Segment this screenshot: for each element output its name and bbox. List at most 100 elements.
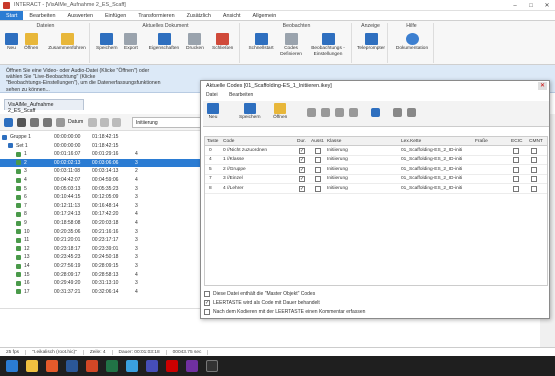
observation-settings-button[interactable]: Beobachtungs -Einstellungen	[306, 33, 350, 57]
table-row[interactable]: 3 00:03:11:08 00:03:14:13 2	[0, 167, 205, 176]
exclusive-checkbox[interactable]	[315, 185, 321, 192]
code-row[interactable]: 5 2 //Gruppe ✓ Initiierung 01_Scaffolding-ES…	[205, 165, 547, 175]
duration-checkbox[interactable]: ✓	[299, 157, 305, 163]
documentation-button[interactable]: Dokumentation	[393, 33, 431, 52]
table-row[interactable]: 2 00:02:02:13 00:03:06:06 3	[0, 158, 205, 168]
start-icon[interactable]	[6, 360, 18, 372]
ecic-checkbox[interactable]	[513, 176, 519, 182]
acrobat-icon[interactable]	[166, 360, 178, 372]
export-button[interactable]: Export	[124, 33, 138, 52]
sort-icon[interactable]	[56, 118, 65, 127]
delete-icon[interactable]	[349, 108, 358, 117]
teleprompter-button[interactable]: Teleprompter	[356, 33, 386, 52]
duration-checkbox[interactable]: ✓	[299, 147, 305, 154]
search-icon[interactable]	[30, 118, 39, 127]
interact-taskbar-icon[interactable]	[206, 360, 218, 372]
option-checkbox[interactable]: ✓	[204, 299, 210, 306]
table-row[interactable]: 16 00:29:49:20 00:31:13:10 3	[0, 279, 205, 288]
columns-icon[interactable]	[371, 108, 380, 117]
table-row[interactable]: 15 00:28:09:17 00:28:58:13 4	[0, 271, 205, 280]
option-checkbox[interactable]	[204, 290, 210, 297]
first-icon[interactable]	[88, 118, 97, 127]
duration-checkbox[interactable]: ✓	[299, 176, 305, 182]
exclusive-checkbox[interactable]	[315, 147, 321, 154]
tab-zusaetzlich[interactable]: Zusätzlich	[181, 11, 217, 20]
properties-button[interactable]: Eigenschaften	[146, 33, 182, 52]
option-row[interactable]: Nach dem Kodieren mit der LEERTASTE eine…	[204, 307, 548, 316]
table-row[interactable]: 7 00:12:11:13 00:16:48:14 3	[0, 202, 205, 211]
code-row[interactable]: 8 4 //Lehrer ✓ Initiierung 01_Scaffolding-ES…	[205, 184, 547, 194]
cut-icon[interactable]	[307, 108, 316, 117]
table-row[interactable]: Gruppe 1 00:00:00:00 01:18:42:15	[0, 133, 205, 142]
table-row[interactable]: 14 00:27:56:19 00:28:09:15 3	[0, 262, 205, 271]
table-row[interactable]: 11 00:21:20:01 00:23:17:17 3	[0, 236, 205, 245]
copy-icon[interactable]	[321, 108, 330, 117]
exclusive-checkbox[interactable]	[315, 176, 321, 182]
print-button[interactable]: Drucken	[186, 33, 204, 52]
import-icon[interactable]	[393, 108, 402, 117]
table-row[interactable]: 6 00:10:44:15 00:12:05:09 3	[0, 193, 205, 202]
table-row[interactable]: Set 1 00:00:00:00 01:18:42:15	[0, 142, 205, 151]
teams-icon[interactable]	[146, 360, 158, 372]
ecic-checkbox[interactable]	[513, 157, 519, 163]
zoom-icon[interactable]	[43, 118, 52, 127]
table-row[interactable]: 10 00:20:35:06 00:21:16:16 3	[0, 228, 205, 237]
define-codes-button[interactable]: Codes Definieren	[278, 33, 304, 57]
code-row[interactable]: 4 1 //Klasse ✓ Initiierung 01_Scaffolding-ES…	[205, 156, 547, 165]
duration-checkbox[interactable]: ✓	[299, 185, 305, 192]
next-icon[interactable]	[112, 118, 121, 127]
ecic-checkbox[interactable]	[513, 166, 519, 173]
cmnt-checkbox[interactable]	[531, 176, 537, 182]
document-tab[interactable]: VisAlMe_Aufnahme 2_ES_Scaff	[4, 99, 84, 114]
dialog-close-icon[interactable]: ✕	[538, 82, 547, 90]
prev-icon[interactable]	[100, 118, 109, 127]
quickstart-button[interactable]: Schnellstart	[246, 33, 276, 52]
outlook-icon[interactable]	[126, 360, 138, 372]
save-button[interactable]: Speichern	[96, 33, 118, 52]
ecic-checkbox[interactable]	[513, 147, 519, 154]
table-row[interactable]: 9 00:18:58:08 00:20:03:18 4	[0, 219, 205, 228]
table-row[interactable]: 13 00:23:45:23 00:24:50:18 3	[0, 253, 205, 262]
browser-icon[interactable]	[46, 360, 58, 372]
export-icon[interactable]	[407, 108, 416, 117]
cmnt-checkbox[interactable]	[531, 147, 537, 154]
sort-label[interactable]: Datum	[68, 119, 83, 125]
word-icon[interactable]	[66, 360, 78, 372]
tree-icon[interactable]	[4, 118, 13, 127]
explorer-icon[interactable]	[26, 360, 38, 372]
tab-ansicht[interactable]: Ansicht	[217, 11, 247, 20]
close-icon[interactable]: ✕	[539, 0, 555, 11]
option-row[interactable]: Diese Datei enthält die "Master Objekt" …	[204, 289, 548, 298]
option-checkbox[interactable]	[204, 308, 210, 315]
new-button[interactable]: Neu	[5, 33, 18, 52]
option-row[interactable]: ✓ LEERTASTE wird als Code mit Dauer behan…	[204, 298, 548, 307]
tab-start[interactable]: Start	[0, 11, 24, 20]
menu-bearbeiten[interactable]: Bearbeiten	[224, 92, 258, 98]
code-row[interactable]: 7 3 //Einzel ✓ Initiierung 01_Scaffolding-ES…	[205, 175, 547, 184]
open-button[interactable]: Öffnen	[24, 33, 38, 52]
search-input[interactable]: Initiierung	[132, 117, 202, 128]
close-document-button[interactable]: Schließen	[212, 33, 233, 52]
filter-icon[interactable]	[17, 118, 26, 127]
merge-button[interactable]: Zusammenführen	[47, 33, 87, 52]
cmnt-checkbox[interactable]	[531, 185, 537, 192]
menu-datei[interactable]: Datei	[201, 92, 223, 98]
ecic-checkbox[interactable]	[513, 185, 519, 192]
table-row[interactable]: 8 00:17:24:13 00:17:42:20 4	[0, 210, 205, 219]
cmnt-checkbox[interactable]	[531, 166, 537, 173]
table-row[interactable]: 4 00:04:42:07 00:04:59:06 4	[0, 176, 205, 185]
tab-transformieren[interactable]: Transformieren	[132, 11, 180, 20]
onenote-icon[interactable]	[186, 360, 198, 372]
dialog-new-button[interactable]: Neu	[207, 103, 219, 120]
tab-einfuegen[interactable]: Einfügen	[99, 11, 132, 20]
maximize-icon[interactable]: □	[523, 0, 539, 11]
exclusive-checkbox[interactable]	[315, 157, 321, 163]
dialog-open-button[interactable]: Öffnen	[273, 103, 287, 120]
powerpoint-icon[interactable]	[86, 360, 98, 372]
table-row[interactable]: 12 00:23:18:17 00:23:39:01 3	[0, 245, 205, 254]
table-row[interactable]: 17 00:31:37:21 00:32:06:14 4	[0, 288, 205, 297]
tab-bearbeiten[interactable]: Bearbeiten	[23, 11, 61, 20]
excel-icon[interactable]	[106, 360, 118, 372]
tab-allgemein[interactable]: Allgemein	[247, 11, 283, 20]
minimize-icon[interactable]: –	[507, 0, 523, 11]
